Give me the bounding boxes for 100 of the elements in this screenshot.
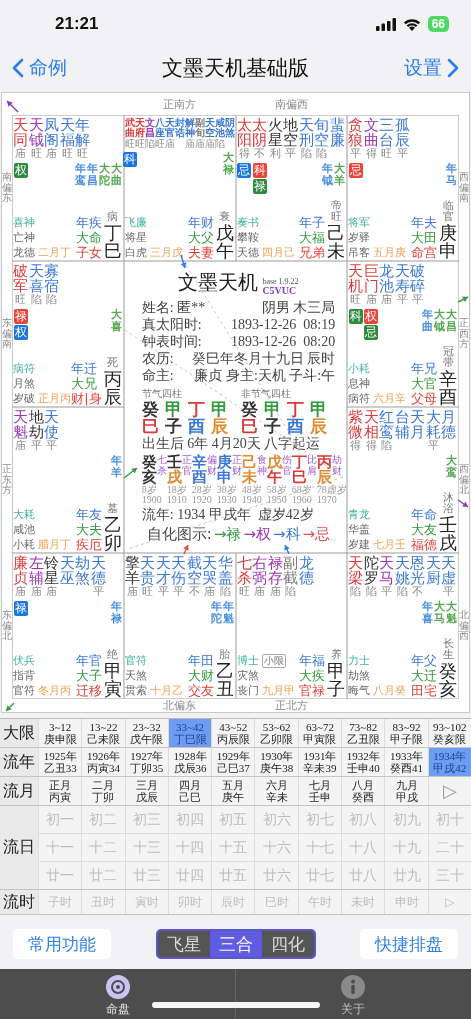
luck-age: 78虚岁 <box>316 485 347 495</box>
month-label: 七月壬 <box>373 537 407 552</box>
star-name: 封诰 <box>174 118 185 138</box>
minor-star-label: 年羊 <box>110 455 122 479</box>
year-palace-name: 年官 <box>75 653 102 668</box>
period-cell[interactable]: 1930年 庚午38 <box>255 748 298 776</box>
star-brightness: 庙 <box>15 440 26 453</box>
mode-tab[interactable]: 四化 <box>261 931 314 957</box>
tab-item[interactable]: 关于 <box>235 969 471 1019</box>
period-cell[interactable]: 93~102 癸亥限 <box>428 719 471 747</box>
life-stage: 墓 <box>107 503 119 514</box>
mode-tab[interactable]: 三合 <box>209 931 262 957</box>
period-cell[interactable]: 13~22 己未限 <box>82 719 125 747</box>
star-brightness: 平 <box>30 440 42 453</box>
period-cell[interactable]: 33~42 丁巳限 <box>168 719 212 747</box>
star-name: 破军 <box>13 264 28 294</box>
minor-star-label: 年昌 <box>86 163 98 187</box>
palace-ganzhi: 丙辰 <box>103 370 122 406</box>
god-name: 小耗 <box>348 361 371 376</box>
star-brightness: 旺 <box>134 138 145 149</box>
period-cell[interactable]: 1931年 辛未39 <box>298 748 342 776</box>
info-label: 真太阳时: <box>141 316 202 333</box>
year-palace-name: 年疾 <box>75 215 102 230</box>
year-palace-name: 年友 <box>75 507 102 522</box>
back-button[interactable]: 命例 <box>12 55 67 81</box>
direction-label: 南偏西 <box>274 98 308 110</box>
life-stage: 冠带 <box>442 346 454 368</box>
period-cell[interactable]: 1926年 丙寅34 <box>82 748 125 776</box>
period-cell[interactable]: 1925年 乙丑33 <box>39 748 82 776</box>
month-label: 正月丙 <box>38 391 71 406</box>
period-cell[interactable]: 六月 辛未 <box>255 777 298 805</box>
period-cell[interactable]: 53~62 乙卯限 <box>255 719 298 747</box>
settings-button[interactable]: 设置 <box>404 55 459 81</box>
period-cell[interactable]: 三月 戊辰 <box>125 777 168 805</box>
star-name: 太阳 <box>236 118 252 148</box>
period-cell[interactable]: 1928年 戊辰36 <box>168 748 212 776</box>
period-cell[interactable]: 83~92 甲子限 <box>385 719 428 747</box>
decade-palace-name: 大财 <box>187 668 214 683</box>
period-cell[interactable]: 正月 丙寅 <box>39 777 82 805</box>
star-brightness: 陷 <box>300 148 312 161</box>
period-cell[interactable]: 63~72 甲寅限 <box>298 719 342 747</box>
period-cell[interactable]: 73~82 乙丑限 <box>342 719 385 747</box>
god-name: 亡神 <box>13 230 35 245</box>
row-label: 流年 <box>0 748 38 776</box>
common-functions-button[interactable]: 常用功能 <box>13 929 111 959</box>
next-button[interactable]: ▷ <box>428 777 471 805</box>
period-cell[interactable]: 七月 壬申 <box>298 777 342 805</box>
year-palace-name: 年田 <box>187 653 214 668</box>
pillar-caption: 非节气四柱 <box>241 387 293 401</box>
star-brightness: 庙 <box>204 586 216 599</box>
period-cell[interactable]: 43~52 丙辰限 <box>212 719 255 747</box>
star-name: 副截 <box>283 556 298 586</box>
life-stage: 沐浴 <box>442 492 454 514</box>
quick-chart-button[interactable]: 快捷排盘 <box>360 929 458 959</box>
god-name: 飞廉 <box>124 215 147 230</box>
period-cell[interactable]: 3~12 庚申限 <box>39 719 82 747</box>
star-name: 天同 <box>13 118 28 148</box>
minor-star-label: 年禄 <box>110 601 122 625</box>
hua-badge: 禄 <box>13 309 28 325</box>
star-name: 天官 <box>164 118 175 138</box>
period-cell[interactable]: 1927年 丁卯35 <box>125 748 168 776</box>
star-brightness: 庙 <box>184 138 195 149</box>
period-cell[interactable]: 五月 庚午 <box>212 777 255 805</box>
version-label: base 1.9.22 <box>262 278 299 286</box>
year-palace-name: 年财 <box>187 215 214 230</box>
ten-god-label: 正官 <box>181 455 192 476</box>
xiaoxian-tag: 小限 <box>261 653 286 668</box>
luck-age: 8岁 <box>141 485 157 495</box>
palace-name: 兄弟 <box>299 245 326 260</box>
star-name: 廉贞 <box>13 556 28 586</box>
hua-arrow <box>5 702 15 712</box>
signal-icon <box>375 17 396 31</box>
star-name: 劫煞 <box>75 556 90 586</box>
month-label: 五月庚 <box>373 245 407 260</box>
period-cell[interactable]: 23~32 戊午限 <box>125 719 168 747</box>
hua-badge: 忌 <box>237 163 251 179</box>
pillar-stem: 癸 <box>241 401 259 418</box>
mode-tab[interactable]: 飞星 <box>157 931 210 957</box>
period-cell[interactable]: 1934年 甲戌42 <box>428 748 471 776</box>
period-cell[interactable]: 1929年 己巳37 <box>212 748 255 776</box>
luck-stem: 丁 <box>291 455 307 470</box>
luck-start-text: 出生后 6年 4月20天 八字起运 <box>141 435 322 453</box>
legend-label: 自化图示: <box>146 526 212 542</box>
ten-god-label: 劫财 <box>331 455 342 476</box>
pillar-branch: 巳 <box>141 418 159 435</box>
decade-palace-name: 大疾 <box>299 668 326 683</box>
period-cell[interactable]: 八月 癸酉 <box>342 777 385 805</box>
star-brightness: 平 <box>92 586 104 599</box>
star-name: 天马 <box>379 556 395 586</box>
minor-star-label: 年钺 <box>322 163 334 187</box>
period-cell[interactable]: 1932年 壬申40 <box>342 748 385 776</box>
period-cell[interactable]: 九月 甲戌 <box>385 777 428 805</box>
period-cell[interactable]: 四月 己巳 <box>168 777 212 805</box>
info-label: 钟表时间: <box>141 333 202 350</box>
year-palace-name: 年命 <box>411 507 437 522</box>
period-cell[interactable]: 1933年 癸酉41 <box>385 748 428 776</box>
star-name: 大耗 <box>425 410 441 440</box>
ten-god-label: 比肩 <box>306 455 317 476</box>
period-cell[interactable]: 二月 丁卯 <box>82 777 125 805</box>
god-name: 攀鞍 <box>236 230 259 245</box>
